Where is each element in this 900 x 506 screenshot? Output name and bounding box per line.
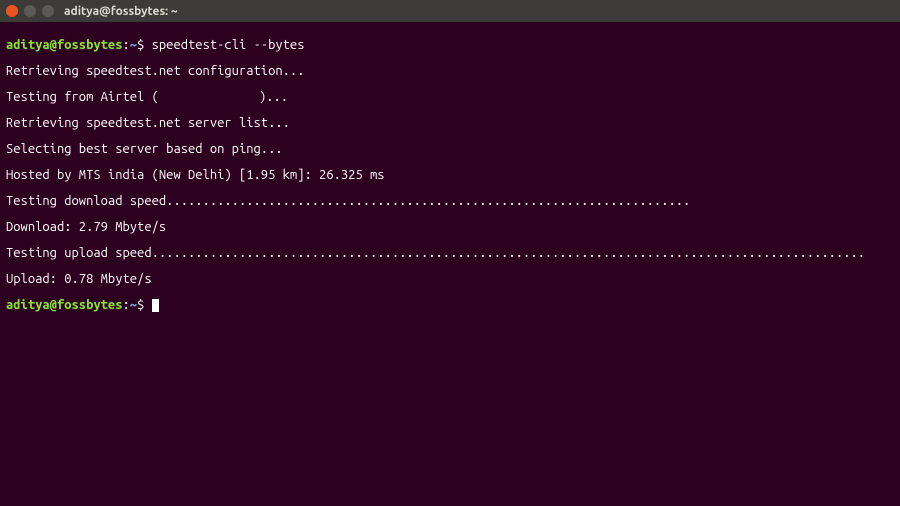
output-line: Testing upload speed....................… [6, 247, 894, 260]
minimize-icon[interactable] [24, 5, 36, 17]
output-line: Testing download speed..................… [6, 195, 894, 208]
terminal-area[interactable]: aditya@fossbytes:~$ speedtest-cli --byte… [0, 22, 900, 329]
output-line: Hosted by MTS india (New Delhi) [1.95 km… [6, 169, 894, 182]
output-text: )... [259, 90, 288, 104]
output-line: Selecting best server based on ping... [6, 143, 894, 156]
prompt-line-1: aditya@fossbytes:~$ speedtest-cli --byte… [6, 39, 894, 52]
prompt-user-host: aditya@fossbytes [6, 298, 122, 312]
prompt-colon: : [122, 298, 129, 312]
command-text: speedtest-cli --bytes [152, 38, 305, 52]
output-text: Testing from Airtel ( [6, 90, 159, 104]
cursor-icon [152, 299, 159, 312]
prompt-line-2: aditya@fossbytes:~$ [6, 299, 894, 312]
output-line: Download: 2.79 Mbyte/s [6, 221, 894, 234]
window-title: aditya@fossbytes: ~ [64, 5, 178, 18]
window-controls [6, 5, 54, 17]
close-icon[interactable] [6, 5, 18, 17]
prompt-path: ~ [130, 38, 137, 52]
output-line: Retrieving speedtest.net server list... [6, 117, 894, 130]
output-line: Retrieving speedtest.net configuration..… [6, 65, 894, 78]
window-titlebar: aditya@fossbytes: ~ [0, 0, 900, 22]
prompt-user-host: aditya@fossbytes [6, 38, 122, 52]
redacted-ip [159, 91, 259, 102]
prompt-path: ~ [130, 298, 137, 312]
output-line: Testing from Airtel ()... [6, 91, 894, 104]
prompt-colon: : [122, 38, 129, 52]
maximize-icon[interactable] [42, 5, 54, 17]
output-line: Upload: 0.78 Mbyte/s [6, 273, 894, 286]
prompt-dollar: $ [137, 298, 152, 312]
prompt-dollar: $ [137, 38, 152, 52]
